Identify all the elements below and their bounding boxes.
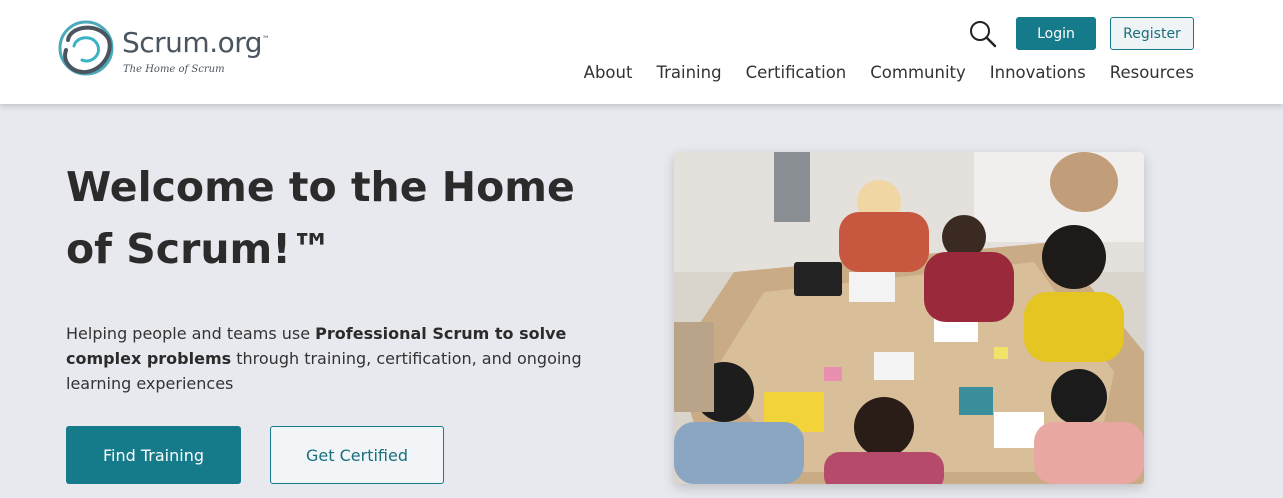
nav-certification[interactable]: Certification xyxy=(746,63,847,82)
main-nav: About Training Certification Community I… xyxy=(584,63,1194,82)
logo-tagline: The Home of Scrum xyxy=(123,64,225,75)
get-certified-button[interactable]: Get Certified xyxy=(270,426,444,484)
search-icon[interactable] xyxy=(968,20,998,48)
site-header: Scrum.org™ The Home of Scrum Login Regis… xyxy=(0,0,1283,104)
logo-wordmark: Scrum.org™ xyxy=(122,26,270,59)
hero-description: Helping people and teams use Professiona… xyxy=(66,324,582,393)
nav-about[interactable]: About xyxy=(584,63,633,82)
hero-title: Welcome to the Home of Scrum!™ xyxy=(66,163,575,273)
nav-innovations[interactable]: Innovations xyxy=(990,63,1086,82)
logo-swirl-icon xyxy=(58,20,114,76)
find-training-button[interactable]: Find Training xyxy=(66,426,241,484)
nav-training[interactable]: Training xyxy=(656,63,721,82)
nav-community[interactable]: Community xyxy=(870,63,966,82)
nav-resources[interactable]: Resources xyxy=(1110,63,1194,82)
hero-team-photo xyxy=(674,152,1144,484)
register-button[interactable]: Register xyxy=(1110,17,1194,50)
login-button[interactable]: Login xyxy=(1016,17,1096,50)
scrum-org-logo[interactable]: Scrum.org™ The Home of Scrum xyxy=(56,18,286,80)
